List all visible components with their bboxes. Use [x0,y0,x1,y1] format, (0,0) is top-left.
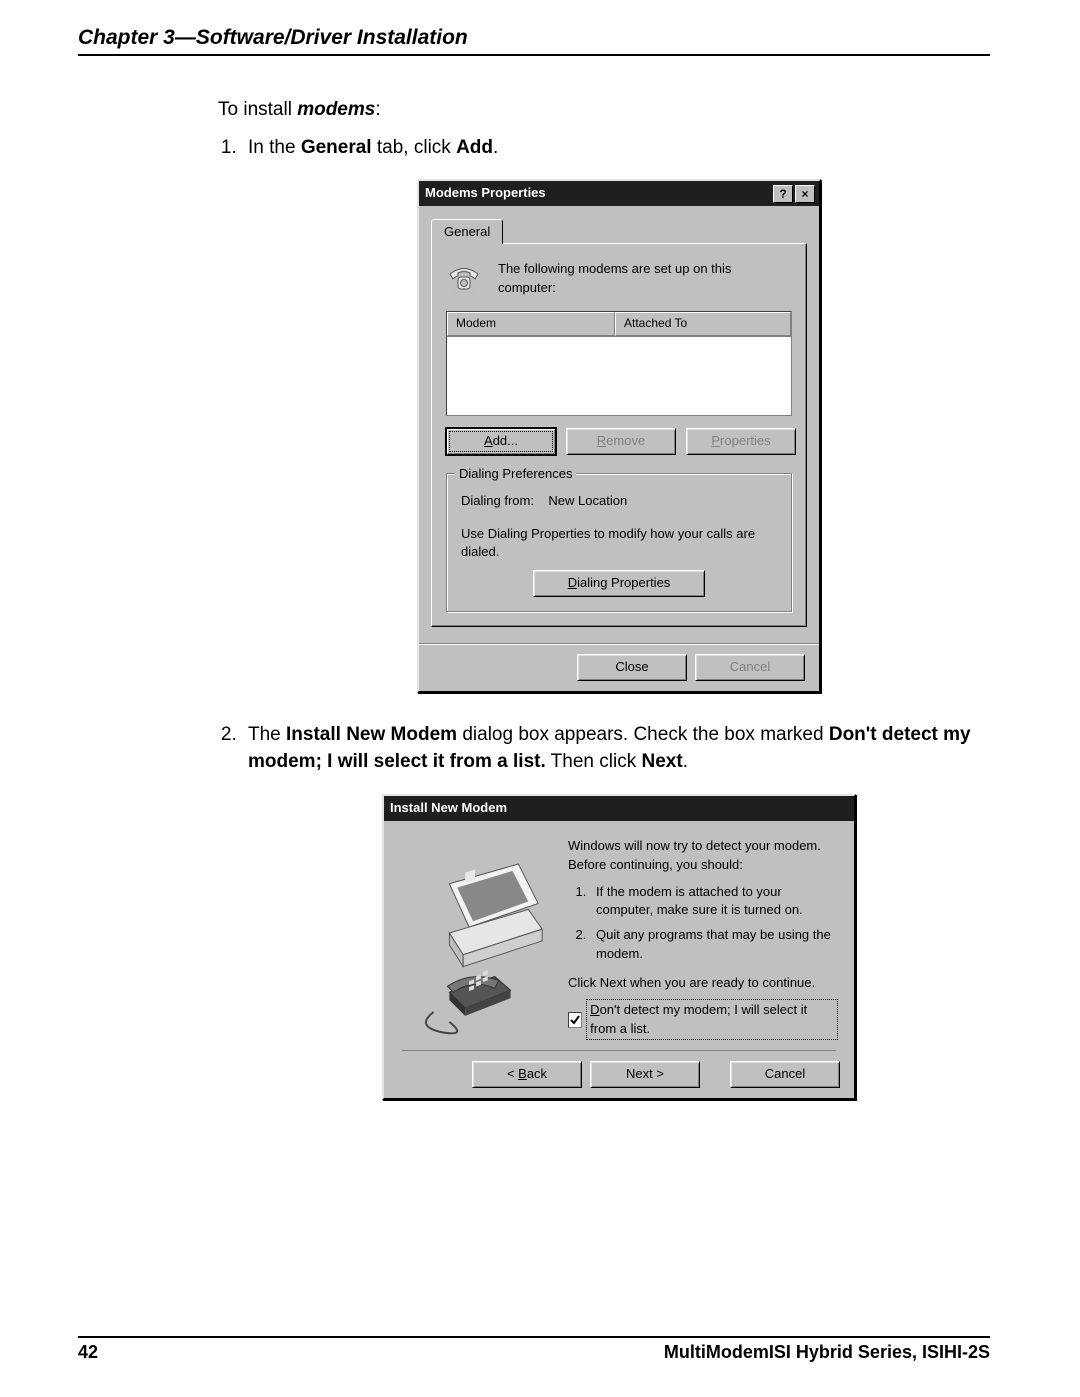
step2-e: Then click [546,751,642,772]
wizard-illustration [402,837,550,1037]
step1-bold-general: General [301,137,372,158]
step1-bold-add: Add [456,137,493,158]
back-underline: B [518,1066,527,1081]
dialing-from-value: New Location [548,493,627,508]
col-attached-to[interactable]: Attached To [615,312,791,335]
dialing-properties-button[interactable]: Dialing Properties [533,570,705,597]
checkbox-label: Don't detect my modem; I will select it … [588,1001,836,1039]
add-rest: dd... [493,433,518,448]
remove-underline: R [597,433,606,448]
modem-list-header: Modem Attached To [447,312,791,336]
checkmark-icon [569,1014,581,1026]
step-1: In the General tab, click Add. Modems Pr… [242,134,990,693]
step2-g: . [683,751,688,772]
chk-rest: on't detect my modem; I will select it f… [590,1002,807,1036]
step-2: The Install New Modem dialog box appears… [242,721,990,1100]
step2-bold-next: Next [642,751,683,772]
tab-general[interactable]: General [431,219,503,244]
modem-list-body[interactable] [447,337,791,415]
add-button[interactable]: Add... [446,428,556,455]
dialprops-underline: D [568,575,577,590]
help-button[interactable]: ? [773,185,793,203]
step1-part-e: . [493,137,498,158]
dialing-preferences-group: Dialing Preferences Dialing from: New Lo… [446,473,792,612]
remove-button[interactable]: Remove [566,428,676,455]
add-underline: A [484,433,493,448]
intro-emphasis: modems [297,99,375,120]
step2-a: The [248,724,286,745]
chapter-title: Chapter 3—Software/Driver Installation [78,26,990,52]
cancel-button[interactable]: Cancel [695,654,805,681]
properties-underline: P [711,433,720,448]
intro-prefix: To install [218,99,297,120]
dialing-hint: Use Dialing Properties to modify how you… [461,525,777,563]
wizard-button-bar: < Back Next > Cancel [384,1051,854,1098]
dialprops-rest: ialing Properties [577,575,670,590]
wizard-ready-text: Click Next when you are ready to continu… [568,974,836,993]
close-dialog-button[interactable]: Close [577,654,687,681]
step1-part-a: In the [248,137,301,158]
modems-properties-dialog: Modems Properties ? × General [417,179,821,693]
titlebar: Install New Modem [384,796,854,821]
chk-u: D [590,1002,599,1017]
col-modem[interactable]: Modem [447,312,615,335]
back-lt: < [507,1066,518,1081]
next-gt: > [656,1066,664,1081]
wizard-intro-text: Windows will now try to detect your mode… [568,837,836,875]
back-button[interactable]: < Back [472,1061,582,1088]
intro-line: To install modems: [218,96,990,124]
dialing-preferences-legend: Dialing Preferences [455,465,576,484]
page-footer: 42 MultiModemISI Hybrid Series, ISIHI-2S [78,1336,990,1363]
modem-list[interactable]: Modem Attached To [446,311,792,415]
titlebar: Modems Properties ? × [419,181,819,206]
back-rest: ack [527,1066,547,1081]
wizard-step-1: If the modem is attached to your compute… [590,883,836,921]
remove-rest: emove [606,433,645,448]
wizard-step-2: Quit any programs that may be using the … [590,926,836,964]
step1-part-c: tab, click [372,137,456,158]
intro-suffix: : [375,99,380,120]
install-new-modem-dialog: Install New Modem [382,794,856,1100]
dialog-title: Modems Properties [425,184,771,203]
properties-rest: roperties [720,433,771,448]
step2-c: dialog box appears. Check the box marked [457,724,829,745]
header-rule [78,54,990,56]
product-name: MultiModemISI Hybrid Series, ISIHI-2S [664,1342,990,1363]
dialog-title: Install New Modem [390,799,850,818]
close-button[interactable]: × [795,185,815,203]
dialing-from-label: Dialing from: [461,493,534,508]
tab-panel-general: The following modems are set up on this … [431,243,807,627]
step2-bold-install: Install New Modem [286,724,457,745]
modem-summary-text: The following modems are set up on this … [498,260,792,298]
checkbox-box[interactable] [568,1012,582,1028]
page-number: 42 [78,1342,98,1363]
next-pre: Next [626,1066,656,1081]
cancel-button[interactable]: Cancel [730,1061,840,1088]
next-button[interactable]: Next > [590,1061,700,1088]
properties-button[interactable]: Properties [686,428,796,455]
dont-detect-checkbox[interactable]: Don't detect my modem; I will select it … [568,1001,836,1039]
dialog-button-bar: Close Cancel [419,643,819,691]
telephone-icon [446,261,482,297]
